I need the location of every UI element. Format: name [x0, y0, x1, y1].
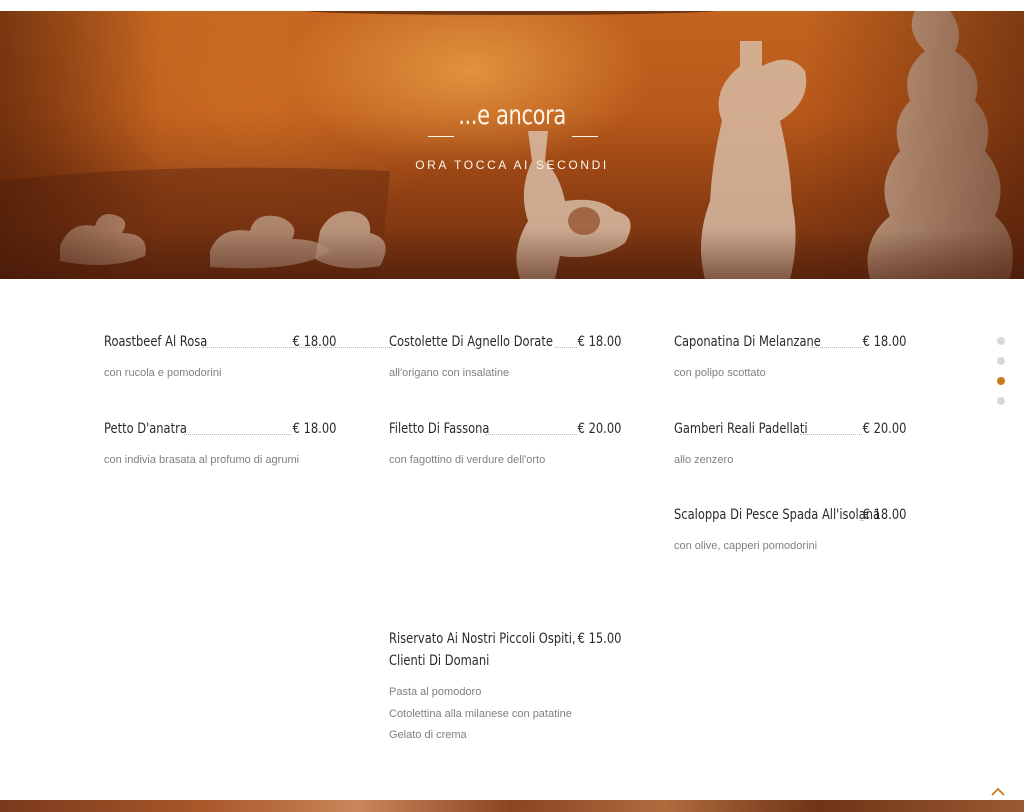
- menu-item: Gamberi Reali Padellati € 20.00 allo zen…: [674, 419, 906, 472]
- pager-dot-4[interactable]: [997, 397, 1005, 405]
- kids-menu-line: Cotolettina alla milanese con patatine: [389, 707, 572, 720]
- menu-item: Costolette Di Agnello Dorate € 18.00 all…: [389, 332, 621, 385]
- menu-item-head: Roastbeef Al Rosa € 18.00: [104, 332, 392, 352]
- hero-banner: [0, 11, 1024, 279]
- pager-dot-2[interactable]: [997, 357, 1005, 365]
- menu-item: Filetto Di Fassona € 20.00 con fagottino…: [389, 419, 621, 472]
- dish-description: con rucola e pomodorini: [104, 367, 222, 379]
- dish-price: € 18.00: [862, 334, 906, 350]
- dish-description: con polipo scottato: [674, 367, 766, 379]
- dish-name: Scaloppa Di Pesce Spada All'isolana: [674, 507, 881, 523]
- menu-item: Caponatina Di Melanzane € 18.00 con poli…: [674, 332, 906, 385]
- dish-price: € 20.00: [862, 421, 906, 437]
- menu-item-head: Costolette Di Agnello Dorate € 18.00: [389, 332, 621, 352]
- dish-description: allo zenzero: [674, 454, 734, 466]
- dish-description: con fagottino di verdure dell'orto: [389, 454, 546, 466]
- leader-dots: [184, 434, 291, 435]
- leader-dots: [555, 347, 577, 348]
- menu-item-head: Gamberi Reali Padellati € 20.00: [674, 419, 906, 439]
- dish-name: Caponatina Di Melanzane: [674, 334, 821, 350]
- hero-decor: [0, 229, 1024, 279]
- pager-dot-1[interactable]: [997, 337, 1005, 345]
- menu-item: Petto D'anatra € 18.00 con indivia brasa…: [104, 419, 336, 472]
- leader-dots: [800, 434, 862, 435]
- scroll-top-button[interactable]: [990, 784, 1006, 798]
- title-underline-right: [572, 136, 598, 137]
- kids-menu-line: Pasta al pomodoro: [389, 686, 482, 698]
- hero-title-wrap: ...e ancora: [0, 100, 1024, 131]
- chevron-up-icon: [991, 787, 1005, 796]
- pager-dot-3-active[interactable]: [997, 377, 1005, 385]
- dish-description: all'origano con insalatine: [389, 367, 510, 379]
- dish-price: € 18.00: [577, 334, 621, 350]
- dish-description: con olive, capperi pomodorini: [674, 540, 818, 552]
- next-section-image: [0, 800, 1024, 812]
- section-pager: [997, 337, 1007, 417]
- dish-name: Costolette Di Agnello Dorate: [389, 334, 553, 350]
- menu-item-head: Scaloppa Di Pesce Spada All'isolana € 18…: [674, 505, 906, 525]
- kids-menu-item: Riservato Ai Nostri Piccoli Ospiti, Clie…: [389, 628, 621, 747]
- leader-dots: [485, 434, 577, 435]
- dish-price: € 18.00: [292, 334, 336, 350]
- menu-item: Scaloppa Di Pesce Spada All'isolana € 18…: [674, 505, 906, 558]
- dish-name: Petto D'anatra: [104, 421, 187, 437]
- dish-name-line1: Riservato Ai Nostri Piccoli Ospiti,: [389, 631, 576, 647]
- menu-item-head: Filetto Di Fassona € 20.00: [389, 419, 621, 439]
- menu-item-head: Caponatina Di Melanzane € 18.00: [674, 332, 906, 352]
- top-strip: [0, 0, 1024, 11]
- dish-price: € 20.00: [577, 421, 621, 437]
- dish-name: Filetto Di Fassona: [389, 421, 490, 437]
- dish-name: Gamberi Reali Padellati: [674, 421, 808, 437]
- dish-price: € 18.00: [292, 421, 336, 437]
- kids-menu-line: Gelato di crema: [389, 729, 467, 741]
- dish-price: € 18.00: [862, 507, 906, 523]
- dish-description: con indivia brasata al profumo di agrumi: [104, 454, 300, 466]
- hero-subtitle: ORA TOCCA AI SECONDI: [415, 158, 609, 172]
- menu-item: Roastbeef Al Rosa € 18.00 con rucola e p…: [104, 332, 392, 385]
- dish-name-line2: Clienti Di Domani: [389, 653, 490, 669]
- title-underline-left: [428, 136, 454, 137]
- menu-item-head: Riservato Ai Nostri Piccoli Ospiti, Clie…: [389, 628, 621, 672]
- dish-price: € 15.00: [577, 631, 621, 647]
- menu-item-head: Petto D'anatra € 18.00: [104, 419, 336, 439]
- dish-name: Roastbeef Al Rosa: [104, 334, 208, 350]
- dish-description: Pasta al pomodoro Cotolettina alla milan…: [389, 682, 621, 747]
- leader-dots: [811, 347, 863, 348]
- hero-title: ...e ancora: [458, 100, 566, 131]
